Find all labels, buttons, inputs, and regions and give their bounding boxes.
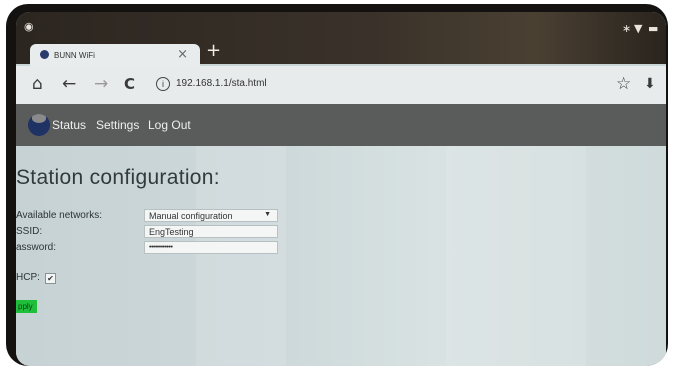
page-content: Station configuration: Available network… (16, 146, 666, 366)
address-bar[interactable]: 192.168.1.1/sta.html (176, 78, 267, 89)
ssid-input[interactable]: EngTesting (144, 225, 278, 238)
tab-title: BUNN WiFi (54, 51, 95, 60)
bluetooth-icon: ∗ (622, 22, 632, 35)
reload-icon[interactable]: C (124, 75, 135, 93)
password-input[interactable]: •••••••••••• (144, 241, 278, 254)
networks-select[interactable]: Manual configuration ▼ (144, 209, 278, 222)
forward-icon[interactable]: → (94, 74, 108, 94)
wifi-icon: ▼ (634, 22, 643, 35)
password-label: assword: (16, 242, 57, 253)
tab-strip: ◉ ∗ ▼ ▬ BUNN WiFi × + (16, 12, 666, 66)
networks-select-value: Manual configuration (149, 211, 233, 221)
dhcp-label: HCP: (16, 272, 40, 283)
bunn-logo (28, 114, 50, 136)
browser-toolbar: ⌂ ← → C i 192.168.1.1/sta.html ☆ ⬇ (16, 66, 666, 104)
nav-log-out[interactable]: Log Out (148, 118, 191, 132)
page-title: Station configuration: (16, 166, 220, 189)
download-icon[interactable]: ⬇ (644, 76, 656, 92)
star-icon[interactable]: ☆ (616, 74, 631, 94)
networks-label: Available networks: (16, 210, 102, 221)
device-frame: ◉ ∗ ▼ ▬ BUNN WiFi × + ⌂ ← → C i 192.168.… (6, 4, 668, 366)
back-icon[interactable]: ← (62, 74, 76, 94)
close-icon[interactable]: × (177, 47, 188, 62)
battery-icon: ▬ (648, 22, 659, 35)
screen: ◉ ∗ ▼ ▬ BUNN WiFi × + ⌂ ← → C i 192.168.… (16, 12, 666, 366)
chevron-down-icon: ▼ (264, 211, 271, 218)
glare (446, 146, 586, 366)
new-tab-button[interactable]: + (206, 40, 221, 61)
app-nav-bar: Status Settings Log Out (16, 104, 666, 146)
tab-bunn-wifi[interactable]: BUNN WiFi × (30, 44, 200, 66)
camera-icon: ◉ (24, 20, 34, 33)
nav-settings[interactable]: Settings (96, 118, 139, 132)
info-icon[interactable]: i (156, 77, 170, 91)
dhcp-checkbox[interactable]: ✔ (45, 273, 56, 284)
home-icon[interactable]: ⌂ (32, 74, 43, 94)
favicon-icon (40, 50, 49, 59)
nav-status[interactable]: Status (52, 118, 86, 132)
ssid-label: SSID: (16, 226, 43, 237)
apply-button[interactable]: pply (16, 300, 37, 313)
